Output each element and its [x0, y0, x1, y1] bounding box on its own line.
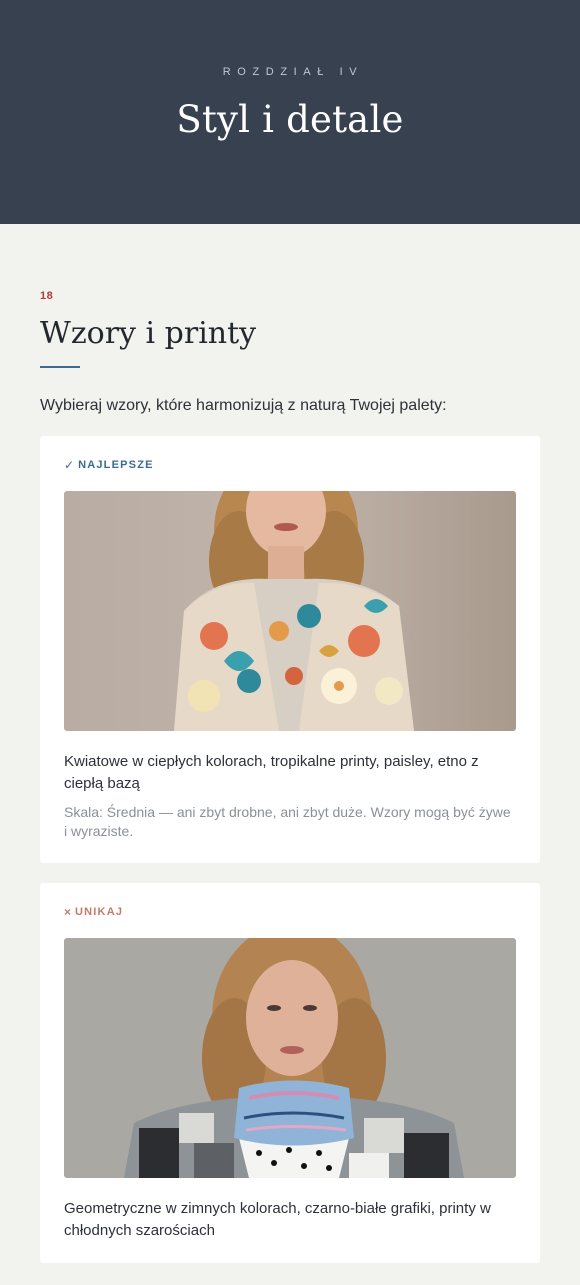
cross-icon: ×: [64, 905, 72, 919]
section-content: 18 Wzory i printy Wybieraj wzory, które …: [0, 224, 580, 1263]
section-title: Wzory i printy: [40, 316, 257, 351]
avoid-tag: × UNIKAJ: [64, 905, 516, 919]
avoid-description: Geometryczne w zimnych kolorach, czarno-…: [64, 1200, 491, 1239]
chapter-header: ROZDZIAŁ IV Styl i detale: [0, 0, 580, 224]
section-number: 18: [40, 290, 54, 302]
best-description: Kwiatowe w ciepłych kolorach, tropikalne…: [64, 753, 479, 792]
best-patterns-card: ✓ NAJLEPSZE Kwiatowe w ciepłych kolorach…: [40, 436, 540, 863]
chapter-title: Styl i detale: [176, 98, 404, 141]
chapter-label: ROZDZIAŁ IV: [222, 66, 364, 78]
title-divider: [40, 366, 80, 368]
best-tag: ✓ NAJLEPSZE: [64, 458, 516, 472]
avoid-tag-label: UNIKAJ: [75, 906, 124, 918]
warm-floral-print-photo: [64, 491, 516, 731]
best-tag-label: NAJLEPSZE: [78, 459, 154, 471]
check-icon: ✓: [64, 458, 75, 472]
best-scale-note: Skala: Średnia — ani zbyt drobne, ani zb…: [64, 804, 511, 839]
section-intro: Wybieraj wzory, które harmonizują z natu…: [40, 397, 447, 414]
avoid-patterns-card: × UNIKAJ Geometryczne w zimnych kolorach…: [40, 883, 540, 1263]
cool-geometric-print-photo: [64, 938, 516, 1178]
